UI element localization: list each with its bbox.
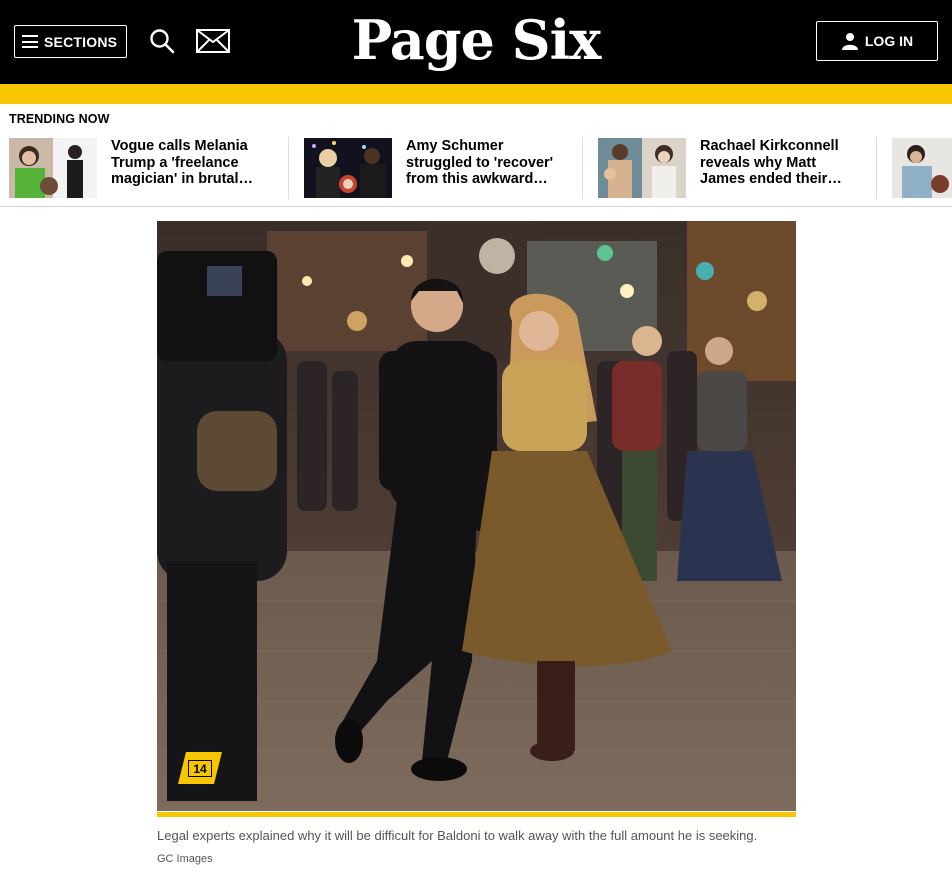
- sections-button[interactable]: SECTIONS: [14, 25, 127, 58]
- gallery-count[interactable]: 14: [188, 760, 212, 777]
- sections-label: SECTIONS: [44, 33, 118, 50]
- trending-thumbnail: [9, 138, 97, 198]
- trending-title: Rachael Kirkconnell reveals why Matt Jam…: [700, 138, 842, 187]
- trending-bottom-border: [0, 206, 952, 207]
- site-logo[interactable]: Page Six: [346, 0, 606, 80]
- trending-thumbnail: [598, 138, 686, 198]
- hamburger-icon: [22, 35, 38, 48]
- mail-icon[interactable]: [196, 29, 230, 53]
- article-hero-image[interactable]: [157, 221, 796, 811]
- trending-divider: [288, 137, 289, 199]
- trending-thumbnail: [304, 138, 392, 198]
- header-accent-bar: [0, 84, 952, 104]
- search-icon[interactable]: [149, 28, 175, 54]
- login-button[interactable]: LOG IN: [816, 21, 938, 61]
- trending-divider: [582, 137, 583, 199]
- site-header: SECTIONS Page Six LOG IN: [0, 0, 952, 84]
- trending-item[interactable]: Vogue calls Melania Trump a 'freelance m…: [9, 138, 266, 198]
- trending-now-label: TRENDING NOW: [9, 112, 110, 126]
- photo-caption: Legal experts explained why it will be d…: [157, 828, 758, 843]
- trending-title: Amy Schumer struggled to 'recover' from …: [406, 138, 554, 187]
- trending-item[interactable]: Amy Schumer struggled to 'recover' from …: [304, 138, 561, 198]
- photo-credit: GC Images: [157, 853, 213, 865]
- user-icon: [841, 33, 858, 50]
- login-label: LOG IN: [864, 33, 914, 49]
- photo-accent-bar: [157, 812, 796, 817]
- trending-divider: [876, 137, 877, 199]
- trending-item[interactable]: [892, 138, 952, 198]
- trending-title: Vogue calls Melania Trump a 'freelance m…: [111, 138, 254, 187]
- trending-item[interactable]: Rachael Kirkconnell reveals why Matt Jam…: [598, 138, 855, 198]
- trending-thumbnail: [892, 138, 952, 198]
